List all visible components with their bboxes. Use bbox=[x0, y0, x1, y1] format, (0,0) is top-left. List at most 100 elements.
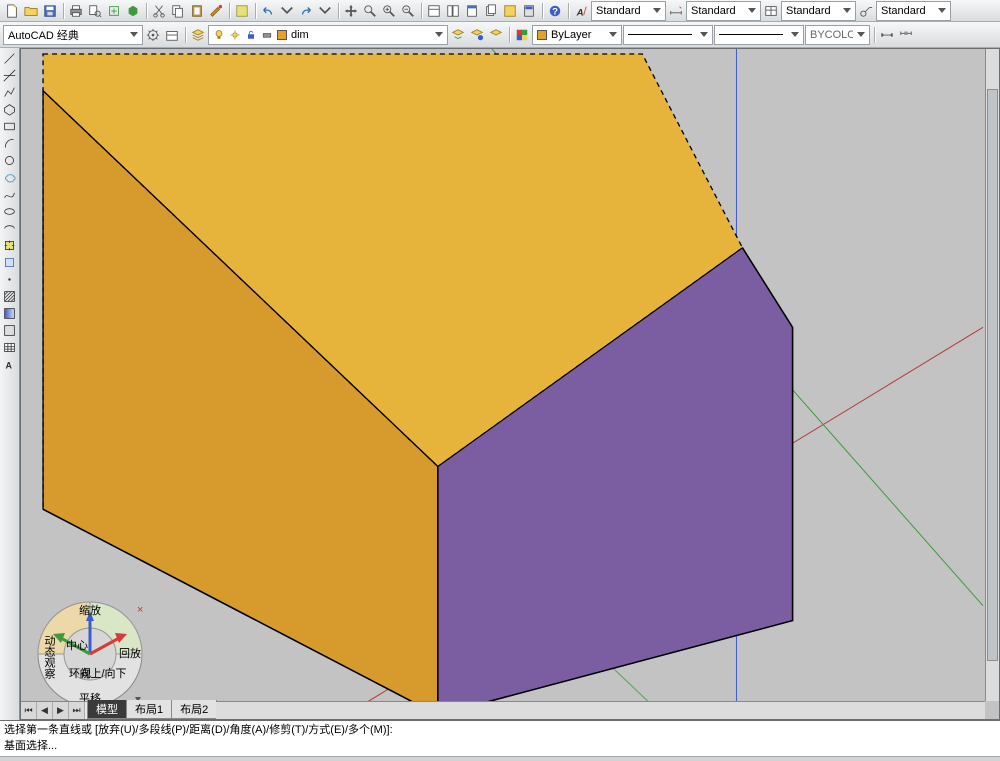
command-history-2: 基面选择... bbox=[4, 740, 57, 752]
quickcalc-icon[interactable] bbox=[520, 2, 538, 20]
caret-icon bbox=[748, 8, 756, 13]
print-preview-icon[interactable] bbox=[86, 2, 104, 20]
print-layer-icon bbox=[261, 29, 273, 41]
open-file-icon[interactable] bbox=[22, 2, 40, 20]
wheel-close-icon: × bbox=[137, 604, 143, 616]
sun-icon bbox=[229, 29, 241, 41]
designcenter-icon[interactable] bbox=[444, 2, 462, 20]
steering-wheel[interactable]: 缩放 回放 平移 动态观察 中心 环视 向上/向下 × bbox=[35, 599, 145, 709]
tab-layout1[interactable]: 布局1 bbox=[126, 700, 172, 719]
separator bbox=[418, 3, 424, 19]
cut-icon[interactable] bbox=[150, 2, 168, 20]
polyline-tool-icon[interactable] bbox=[2, 84, 18, 100]
drawing-canvas[interactable]: 缩放 回放 平移 动态观察 中心 环视 向上/向下 × ⏮ ◀ ▶ ⏭ 模型 布… bbox=[20, 48, 1000, 720]
tab-first-icon[interactable]: ⏮ bbox=[21, 702, 37, 719]
new-file-icon[interactable] bbox=[3, 2, 21, 20]
tab-scrollbar-area: ⏮ ◀ ▶ ⏭ 模型 布局1 布局2 bbox=[21, 701, 985, 719]
dim-continue-icon[interactable] bbox=[897, 26, 915, 44]
toolbar-standard: ? A Standard Standard Standard Standard bbox=[0, 0, 1000, 22]
arc-tool-icon[interactable] bbox=[2, 135, 18, 151]
scrollbar-vertical[interactable] bbox=[985, 49, 999, 701]
workspace-lock-icon[interactable] bbox=[163, 26, 181, 44]
layer-properties-icon[interactable] bbox=[189, 26, 207, 44]
tab-layout2[interactable]: 布局2 bbox=[171, 700, 217, 719]
color-select[interactable]: ByLayer bbox=[532, 25, 622, 45]
separator bbox=[182, 27, 188, 43]
status-bar bbox=[0, 756, 1000, 761]
wheel-center-label: 中心 bbox=[66, 639, 88, 652]
redo-icon[interactable] bbox=[297, 2, 315, 20]
xline-tool-icon[interactable] bbox=[2, 67, 18, 83]
layer-match-icon[interactable] bbox=[487, 26, 505, 44]
copy-icon[interactable] bbox=[169, 2, 187, 20]
dimstyle-value: Standard bbox=[691, 5, 744, 17]
zoom-previous-icon[interactable] bbox=[399, 2, 417, 20]
tab-prev-icon[interactable]: ◀ bbox=[37, 702, 53, 719]
dimstyle-select[interactable]: Standard bbox=[686, 1, 761, 21]
print-icon[interactable] bbox=[67, 2, 85, 20]
tablestyle-select[interactable]: Standard bbox=[781, 1, 856, 21]
undo-icon[interactable] bbox=[259, 2, 277, 20]
tab-next-icon[interactable]: ▶ bbox=[53, 702, 69, 719]
dim-linear-icon[interactable] bbox=[878, 26, 896, 44]
ellipsearc-tool-icon[interactable] bbox=[2, 220, 18, 236]
line-tool-icon[interactable] bbox=[2, 50, 18, 66]
help-icon[interactable]: ? bbox=[546, 2, 564, 20]
layer-state-icon[interactable] bbox=[468, 26, 486, 44]
save-icon[interactable] bbox=[41, 2, 59, 20]
polygon-tool-icon[interactable] bbox=[2, 101, 18, 117]
scrollbar-thumb[interactable] bbox=[987, 89, 998, 661]
pan-icon[interactable] bbox=[342, 2, 360, 20]
matchprop-icon[interactable] bbox=[207, 2, 225, 20]
markup-icon[interactable] bbox=[501, 2, 519, 20]
point-tool-icon[interactable] bbox=[2, 271, 18, 287]
hatch-tool-icon[interactable] bbox=[2, 288, 18, 304]
insertblock-tool-icon[interactable] bbox=[2, 237, 18, 253]
properties-icon[interactable] bbox=[425, 2, 443, 20]
rectangle-tool-icon[interactable] bbox=[2, 118, 18, 134]
undo-dropdown-icon[interactable] bbox=[278, 2, 296, 20]
textstyle-select-1[interactable]: Standard bbox=[591, 1, 666, 21]
separator bbox=[539, 3, 545, 19]
textstyle-icon[interactable]: A bbox=[572, 2, 590, 20]
plotstyle-select[interactable]: BYCOLOR bbox=[805, 25, 870, 45]
mleaderstyle-icon[interactable] bbox=[857, 2, 875, 20]
dimstyle-icon[interactable] bbox=[667, 2, 685, 20]
zoom-realtime-icon[interactable] bbox=[361, 2, 379, 20]
3ddwf-icon[interactable] bbox=[124, 2, 142, 20]
command-window[interactable]: 选择第一条直线或 [放弃(U)/多段线(P)/距离(D)/角度(A)/修剪(T)… bbox=[0, 720, 1000, 756]
separator bbox=[252, 3, 258, 19]
paste-icon[interactable] bbox=[188, 2, 206, 20]
sheetset-icon[interactable] bbox=[482, 2, 500, 20]
ellipse-tool-icon[interactable] bbox=[2, 203, 18, 219]
mtext-tool-icon[interactable]: A bbox=[2, 356, 18, 372]
scrollbar-horizontal[interactable] bbox=[216, 702, 985, 719]
region-tool-icon[interactable] bbox=[2, 322, 18, 338]
circle-tool-icon[interactable] bbox=[2, 152, 18, 168]
workspace-settings-icon[interactable] bbox=[144, 26, 162, 44]
layer-previous-icon[interactable] bbox=[449, 26, 467, 44]
blockeditor-icon[interactable] bbox=[233, 2, 251, 20]
zoom-window-icon[interactable] bbox=[380, 2, 398, 20]
table-tool-icon[interactable] bbox=[2, 339, 18, 355]
draw-toolbar: A bbox=[0, 48, 20, 720]
tablestyle-icon[interactable] bbox=[762, 2, 780, 20]
makeblock-tool-icon[interactable] bbox=[2, 254, 18, 270]
linetype-select[interactable]: ByLayer bbox=[623, 25, 713, 45]
gradient-tool-icon[interactable] bbox=[2, 305, 18, 321]
caret-icon bbox=[857, 32, 865, 37]
publish-icon[interactable] bbox=[105, 2, 123, 20]
prop-color-icon[interactable] bbox=[513, 26, 531, 44]
tab-model[interactable]: 模型 bbox=[87, 700, 127, 719]
toolpalettes-icon[interactable] bbox=[463, 2, 481, 20]
spline-tool-icon[interactable] bbox=[2, 186, 18, 202]
workspace-select[interactable]: AutoCAD 经典 bbox=[3, 25, 143, 45]
redo-dropdown-icon[interactable] bbox=[316, 2, 334, 20]
mleaderstyle-select[interactable]: Standard bbox=[876, 1, 951, 21]
textstyle-value-1: Standard bbox=[596, 5, 649, 17]
mleaderstyle-value: Standard bbox=[881, 5, 934, 17]
revcloud-tool-icon[interactable] bbox=[2, 169, 18, 185]
tab-last-icon[interactable]: ⏭ bbox=[69, 702, 85, 719]
lineweight-select[interactable]: ByLayer bbox=[714, 25, 804, 45]
layer-select[interactable]: dim bbox=[208, 25, 448, 45]
